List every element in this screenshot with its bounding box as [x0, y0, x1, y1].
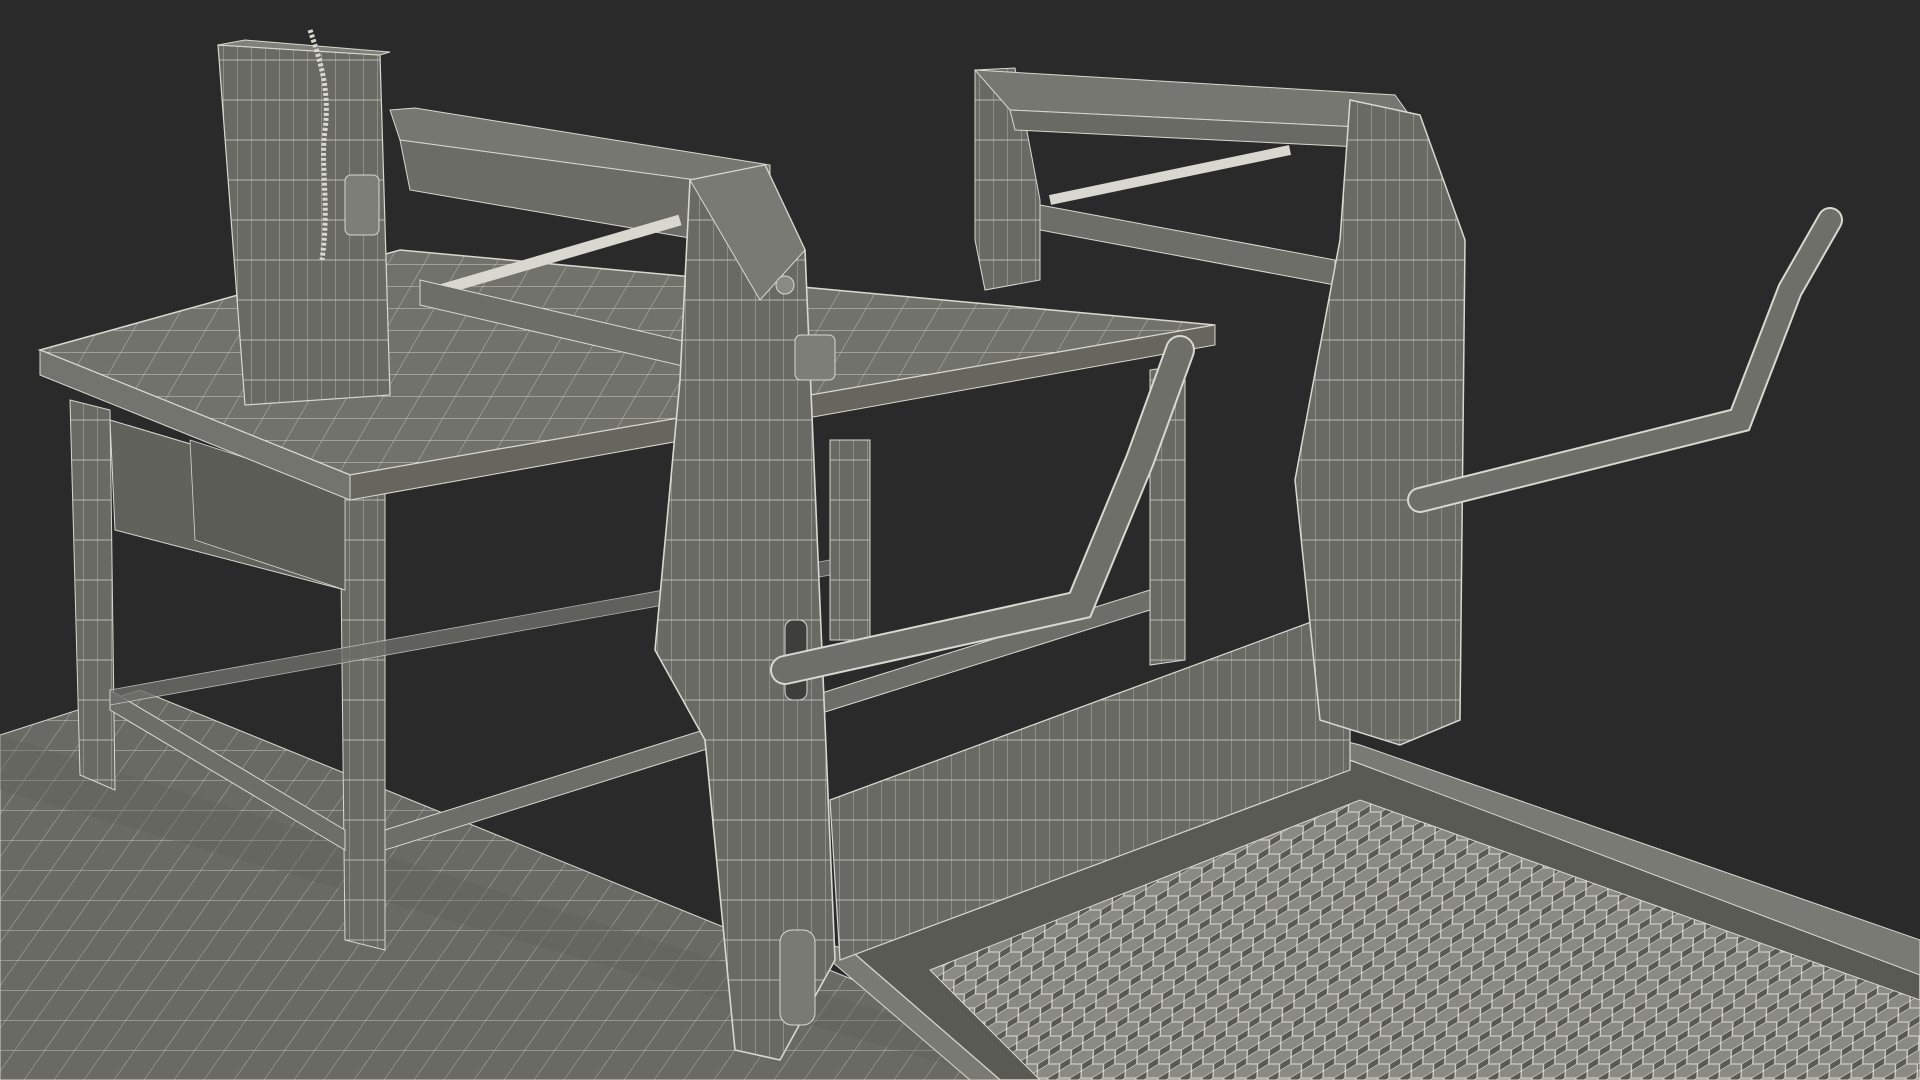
control-box — [217, 29, 391, 406]
wireframe-scene — [0, 29, 1920, 1080]
rear-gantry — [973, 67, 1843, 746]
render-viewport — [0, 0, 1920, 1080]
